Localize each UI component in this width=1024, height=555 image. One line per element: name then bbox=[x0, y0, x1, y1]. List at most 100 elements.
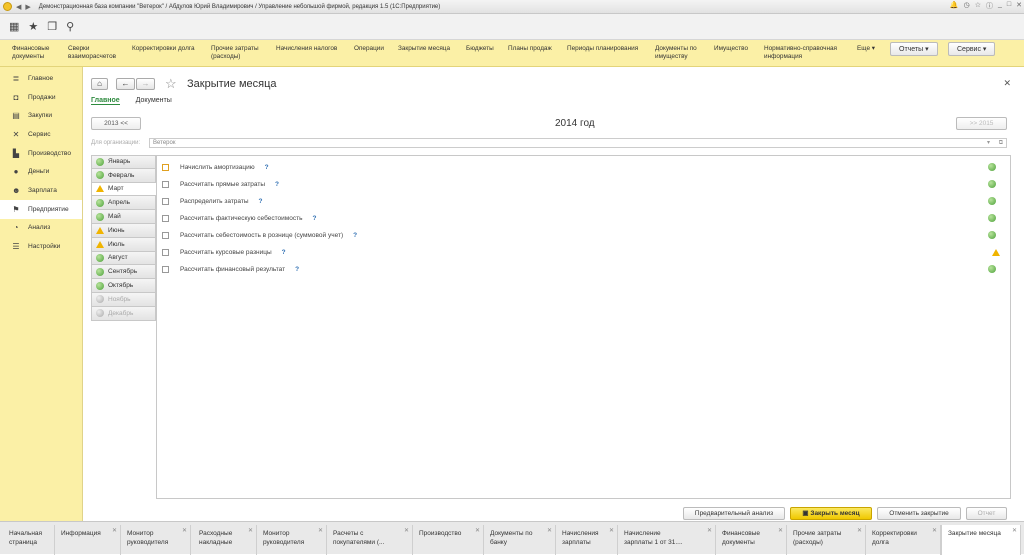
month-february[interactable]: Февраль bbox=[91, 168, 156, 183]
operation-label[interactable]: Рассчитать прямые затраты bbox=[180, 181, 265, 188]
help-icon[interactable]: ? bbox=[265, 164, 269, 171]
sidebar-item-production[interactable]: ▙ Производство bbox=[0, 144, 82, 163]
sidebar-item-purchases[interactable]: ▤ Закупки bbox=[0, 106, 82, 125]
window-tab-active[interactable]: Закрытие месяца ✕ bbox=[941, 525, 1021, 555]
star-icon[interactable]: ☆ bbox=[975, 1, 981, 11]
month-january[interactable]: Январь bbox=[91, 155, 156, 169]
section-month-close[interactable]: Закрытие месяца bbox=[398, 45, 450, 53]
favorite-star-icon[interactable]: ☆ bbox=[165, 76, 177, 92]
next-year-button[interactable]: >> 2015 bbox=[956, 117, 1007, 130]
sidebar-item-money[interactable]: ● Деньги bbox=[0, 162, 82, 181]
section-operations[interactable]: Операции bbox=[354, 45, 384, 53]
forward-button[interactable]: → bbox=[136, 78, 155, 90]
help-icon[interactable]: ? bbox=[312, 215, 316, 222]
close-tab-icon[interactable]: ✕ bbox=[475, 527, 480, 536]
preliminary-analysis-button[interactable]: Предварительный анализ bbox=[683, 507, 785, 520]
window-tab[interactable]: Производство ✕ bbox=[413, 525, 484, 555]
section-property-docs[interactable]: Документы по имуществу bbox=[655, 45, 697, 61]
favorites-icon[interactable]: ★ bbox=[28, 20, 38, 33]
section-other-expenses[interactable]: Прочие затраты (расходы) bbox=[211, 45, 259, 61]
section-property[interactable]: Имущество bbox=[714, 45, 748, 53]
section-tax-accruals[interactable]: Начисления налогов bbox=[276, 45, 337, 53]
operation-label[interactable]: Начислить амортизацию bbox=[180, 164, 255, 171]
operation-checkbox[interactable] bbox=[162, 180, 169, 188]
operation-label[interactable]: Распределить затраты bbox=[180, 198, 249, 205]
window-tab[interactable]: Расходные накладные ✕ bbox=[193, 525, 257, 555]
month-october[interactable]: Октябрь bbox=[91, 279, 156, 293]
window-tab[interactable]: Начальная страница bbox=[3, 525, 55, 555]
month-march[interactable]: Март bbox=[91, 182, 156, 197]
operation-checkbox[interactable] bbox=[162, 163, 169, 171]
month-april[interactable]: Апрель bbox=[91, 196, 156, 211]
dropdown-arrow-icon[interactable]: ▾ bbox=[987, 139, 990, 147]
open-icon[interactable]: ⧉ bbox=[999, 139, 1003, 147]
info-icon[interactable]: ⓘ bbox=[986, 1, 993, 11]
close-tab-icon[interactable]: ✕ bbox=[248, 527, 253, 536]
close-window-icon[interactable]: ✕ bbox=[1016, 1, 1022, 11]
help-icon[interactable]: ? bbox=[259, 198, 263, 205]
window-tab[interactable]: Информация ✕ bbox=[55, 525, 121, 555]
apps-grid-icon[interactable]: ▦ bbox=[9, 20, 19, 33]
month-november[interactable]: Ноябрь bbox=[91, 292, 156, 307]
prev-year-button[interactable]: 2013 << bbox=[91, 117, 141, 130]
month-september[interactable]: Сентябрь bbox=[91, 265, 156, 280]
month-may[interactable]: Май bbox=[91, 210, 156, 224]
window-tab[interactable]: Финансовые документы ✕ bbox=[716, 525, 787, 555]
close-tab-icon[interactable]: ✕ bbox=[318, 527, 323, 536]
operation-checkbox[interactable] bbox=[162, 265, 169, 273]
section-budgets[interactable]: Бюджеты bbox=[466, 45, 494, 53]
help-icon[interactable]: ? bbox=[282, 249, 286, 256]
bell-icon[interactable]: 🔔 bbox=[950, 1, 959, 11]
operation-checkbox[interactable] bbox=[162, 197, 169, 205]
window-tab[interactable]: Документы по банку ✕ bbox=[484, 525, 556, 555]
back-button[interactable]: ← bbox=[116, 78, 135, 90]
close-tab-icon[interactable]: ✕ bbox=[932, 527, 937, 536]
home-button[interactable]: ⌂ bbox=[91, 78, 108, 90]
section-reconciliation[interactable]: Сверки взаиморасчетов bbox=[68, 45, 116, 61]
operation-checkbox[interactable] bbox=[162, 248, 169, 256]
section-reference-info[interactable]: Нормативно-справочная информация bbox=[764, 45, 837, 61]
section-fin-docs[interactable]: Финансовые документы bbox=[12, 45, 49, 61]
cancel-close-button[interactable]: Отменить закрытие bbox=[877, 507, 961, 520]
report-button[interactable]: Отчет bbox=[966, 507, 1007, 520]
sidebar-item-enterprise[interactable]: ⚑ Предприятие bbox=[0, 199, 82, 219]
help-icon[interactable]: ? bbox=[353, 232, 357, 239]
window-tab[interactable]: Начисление зарплаты 1 от 31.... ✕ bbox=[618, 525, 716, 555]
close-tab-icon[interactable]: ✕ bbox=[609, 527, 614, 536]
operation-label[interactable]: Рассчитать себестоимость в рознице (сумм… bbox=[180, 232, 343, 239]
section-planning-periods[interactable]: Периоды планирования bbox=[567, 45, 638, 53]
window-tab[interactable]: Монитор руководителя ✕ bbox=[121, 525, 191, 555]
close-tab-icon[interactable]: ✕ bbox=[1012, 527, 1017, 536]
maximize-icon[interactable]: □ bbox=[1007, 1, 1011, 11]
close-tab-icon[interactable]: ✕ bbox=[404, 527, 409, 536]
window-tab[interactable]: Расчеты с покупателями (... ✕ bbox=[327, 525, 413, 555]
window-tab[interactable]: Начисления зарплаты ✕ bbox=[556, 525, 618, 555]
history-icon[interactable]: ◷ bbox=[964, 1, 970, 11]
close-tab-icon[interactable]: ✕ bbox=[112, 527, 117, 536]
close-tab-icon[interactable]: ✕ bbox=[707, 527, 712, 536]
history-list-icon[interactable]: ❐ bbox=[47, 20, 57, 33]
month-august[interactable]: Август bbox=[91, 251, 156, 266]
window-tab[interactable]: Корректировки долга ✕ bbox=[866, 525, 941, 555]
sidebar-item-settings[interactable]: ☰ Настройки bbox=[0, 237, 82, 256]
sidebar-item-sales[interactable]: ◘ Продажи bbox=[0, 88, 82, 107]
minimize-icon[interactable]: _ bbox=[998, 1, 1002, 11]
sidebar-item-service[interactable]: ✕ Сервис bbox=[0, 125, 82, 144]
section-debt-corrections[interactable]: Корректировки долга bbox=[132, 45, 195, 53]
reports-dropdown[interactable]: Отчеты ▾ bbox=[890, 42, 938, 56]
close-tab-icon[interactable]: ✕ bbox=[778, 527, 783, 536]
operation-label[interactable]: Рассчитать фактическую себестоимость bbox=[180, 215, 302, 222]
operation-checkbox[interactable] bbox=[162, 214, 169, 222]
help-icon[interactable]: ? bbox=[275, 181, 279, 188]
close-icon[interactable]: ✕ bbox=[1003, 78, 1011, 89]
tab-main[interactable]: Главное bbox=[91, 97, 120, 105]
close-tab-icon[interactable]: ✕ bbox=[857, 527, 862, 536]
window-tab[interactable]: Монитор руководителя ✕ bbox=[257, 525, 327, 555]
operation-label[interactable]: Рассчитать финансовый результат bbox=[180, 266, 285, 273]
section-sales-plans[interactable]: Планы продаж bbox=[508, 45, 552, 53]
help-icon[interactable]: ? bbox=[295, 266, 299, 273]
month-june[interactable]: Июнь bbox=[91, 223, 156, 238]
close-tab-icon[interactable]: ✕ bbox=[182, 527, 187, 536]
close-month-button[interactable]: ▣ Закрыть месяц bbox=[790, 507, 872, 520]
month-december[interactable]: Декабрь bbox=[91, 306, 156, 321]
